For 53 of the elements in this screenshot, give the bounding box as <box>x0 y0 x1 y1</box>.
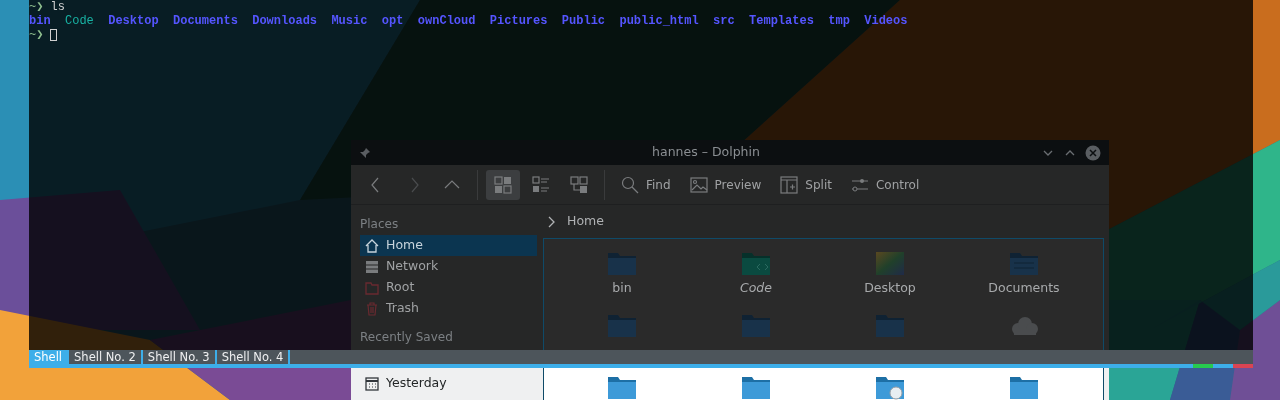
directory-name: tmp <box>828 14 850 28</box>
terminal-indicator-mark <box>1193 364 1213 368</box>
directory-name: ownCloud <box>417 14 476 28</box>
view-mode-button[interactable] <box>486 169 520 200</box>
window-title: hannes – Dolphin <box>651 143 761 162</box>
calendar-icon <box>364 375 380 392</box>
tree-view-icon <box>569 174 589 195</box>
places-item[interactable]: Yesterday <box>360 373 537 394</box>
chevron-icon <box>547 215 557 228</box>
home-icon <box>364 237 380 254</box>
toolbar-button[interactable]: Control <box>842 169 927 200</box>
places-item[interactable]: Home <box>360 235 537 256</box>
toolbar-button[interactable]: Preview <box>681 169 769 200</box>
toolbar-button[interactable]: Split <box>772 169 839 200</box>
search-icon <box>620 174 640 195</box>
close-icon[interactable] <box>1085 144 1101 161</box>
shell-prompt: ~❯ <box>29 28 44 42</box>
directory-name: src <box>713 14 735 28</box>
pin-icon[interactable] <box>359 146 371 159</box>
places-item[interactable]: Network <box>360 256 537 277</box>
directory-name: Videos <box>864 14 908 28</box>
terminal-indicator-mark <box>1233 364 1253 368</box>
compact-view-icon <box>531 174 551 195</box>
directory-name: public_html <box>619 14 699 28</box>
section-heading: Recently Saved <box>360 329 454 346</box>
file-name[interactable]: Code <box>740 279 772 298</box>
file-name[interactable]: Desktop <box>864 279 916 298</box>
shell-prompt: ~❯ <box>29 0 44 14</box>
folder-icon <box>364 279 380 296</box>
places-item[interactable]: Trash <box>360 298 537 319</box>
directory-name: Desktop <box>108 14 159 28</box>
server-icon <box>364 258 380 275</box>
text-cursor <box>50 29 58 41</box>
directory-name: Music <box>331 14 368 28</box>
trash-icon <box>364 300 380 317</box>
directory-name: Public <box>561 14 606 28</box>
directory-name: Downloads <box>252 14 318 28</box>
places-item[interactable]: Root <box>360 277 537 298</box>
section-heading: Places <box>360 216 400 233</box>
symlink-name: Code <box>65 14 94 28</box>
location-crumb[interactable]: Home <box>567 212 604 231</box>
file-name[interactable]: bin <box>612 279 632 298</box>
split-view-icon <box>779 174 800 195</box>
directory-name: Documents <box>173 14 238 28</box>
directory-name: Templates <box>749 14 814 28</box>
icons-view-icon <box>493 174 513 195</box>
toolbar-button[interactable]: Find <box>613 169 678 200</box>
directory-name: Pictures <box>489 14 548 28</box>
picture-icon <box>688 174 709 195</box>
command-text: ls <box>50 0 65 14</box>
directory-name: bin <box>29 14 51 28</box>
file-name[interactable]: Documents <box>988 279 1060 298</box>
directory-name: opt <box>381 14 404 28</box>
